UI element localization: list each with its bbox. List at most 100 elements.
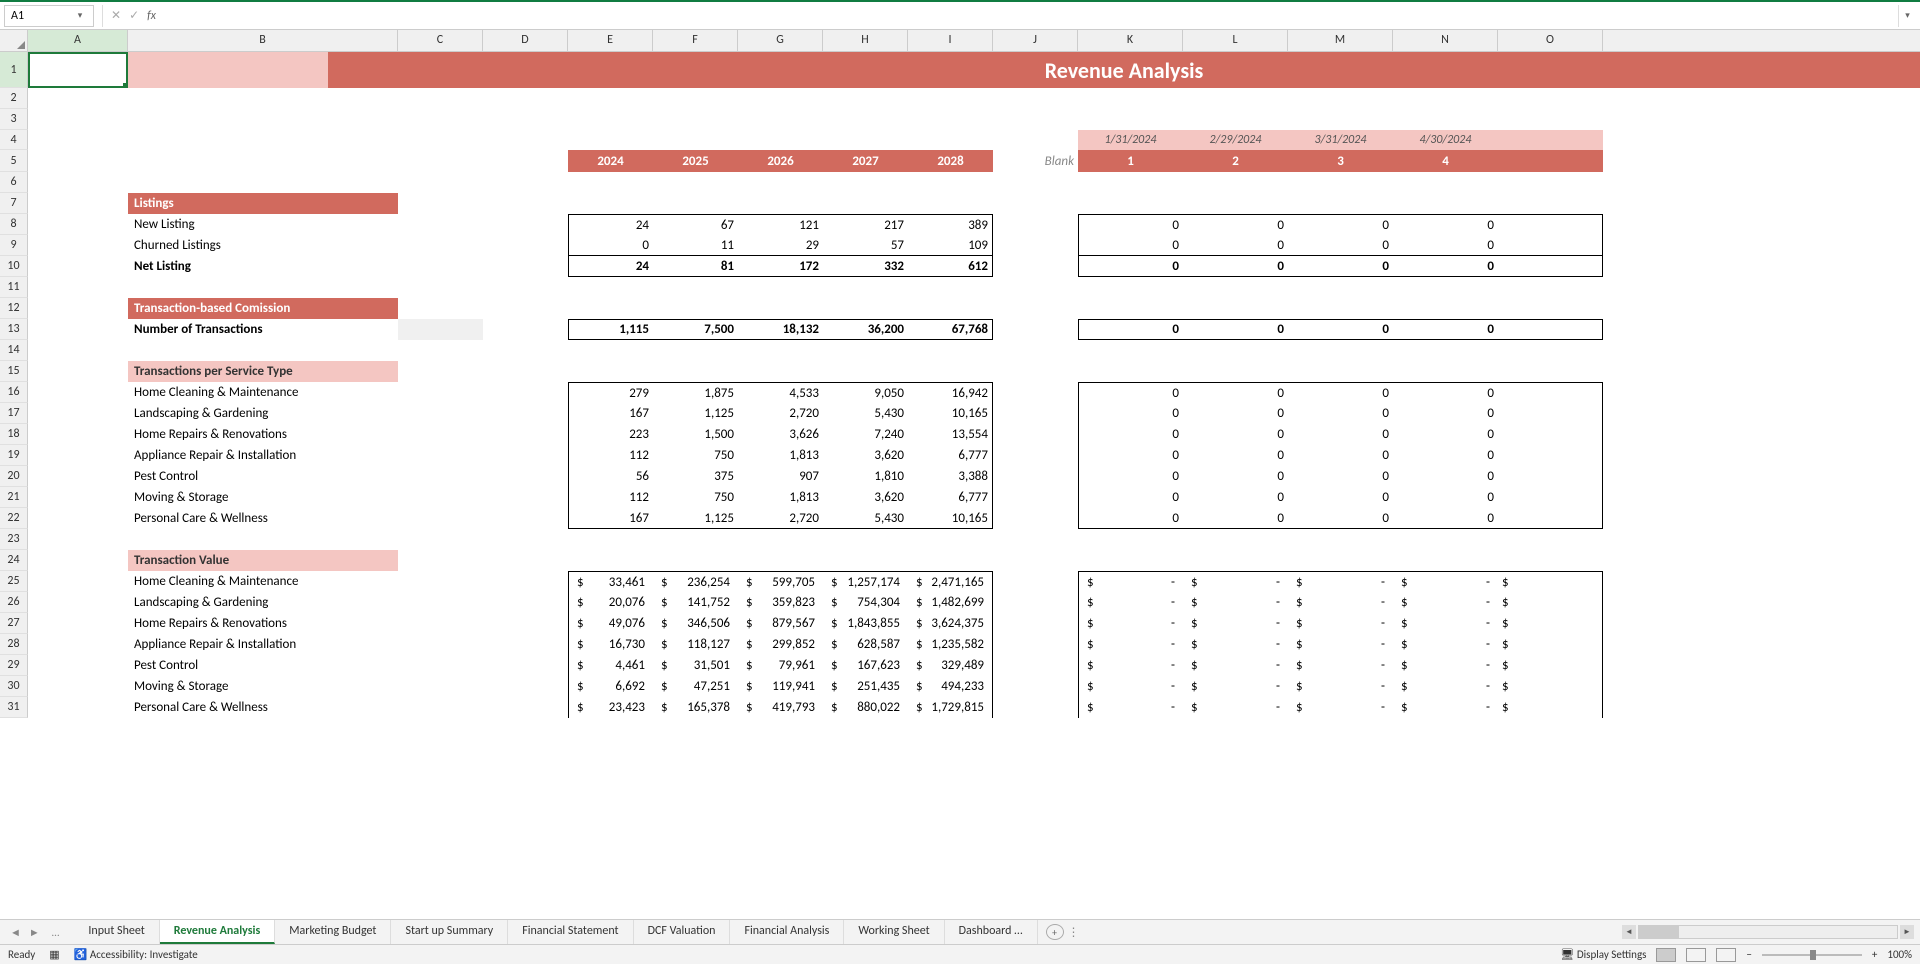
scroll-left-icon[interactable]: ◄ [1622, 925, 1636, 939]
select-all-corner[interactable] [0, 30, 28, 51]
display-settings[interactable]: 🖥 Display Settings [1560, 948, 1646, 961]
col-header-F[interactable]: F [653, 30, 738, 51]
col-header-C[interactable]: C [398, 30, 483, 51]
name-box-dropdown-icon[interactable]: ▾ [73, 10, 87, 21]
fx-icon[interactable]: fx [147, 9, 156, 23]
num-tx-label[interactable]: Number of Transactions [128, 319, 398, 340]
row-header-9[interactable]: 9 [0, 235, 28, 256]
tx-value-header[interactable]: Transaction Value [128, 550, 398, 571]
row-header-30[interactable]: 30 [0, 676, 28, 697]
tv-label-4[interactable]: Pest Control [128, 655, 398, 676]
row-header-26[interactable]: 26 [0, 592, 28, 613]
date-3[interactable]: 3/31/2024 [1288, 130, 1393, 150]
row-header-22[interactable]: 22 [0, 508, 28, 529]
row-header-5[interactable]: 5 [0, 150, 28, 172]
view-layout-icon[interactable] [1686, 948, 1706, 962]
row-header-1[interactable]: 1 [0, 52, 28, 88]
row-header-27[interactable]: 27 [0, 613, 28, 634]
name-box[interactable]: A1 ▾ [4, 5, 94, 27]
row-header-10[interactable]: 10 [0, 256, 28, 277]
scroll-thumb[interactable] [1639, 926, 1679, 938]
zoom-level[interactable]: 100% [1887, 948, 1912, 961]
year-2026[interactable]: 2026 [738, 150, 823, 172]
sheet-tab-working-sheet[interactable]: Working Sheet [844, 920, 944, 944]
col-header-G[interactable]: G [738, 30, 823, 51]
col-header-M[interactable]: M [1288, 30, 1393, 51]
period-3[interactable]: 3 [1288, 150, 1393, 172]
row-header-8[interactable]: 8 [0, 214, 28, 235]
year-2028[interactable]: 2028 [908, 150, 993, 172]
year-2025[interactable]: 2025 [653, 150, 738, 172]
cell-B1-left[interactable] [128, 52, 328, 88]
tab-overflow-icon[interactable]: … [48, 926, 65, 939]
sheet-tab-financial-statement[interactable]: Financial Statement [508, 920, 633, 944]
col-header-A[interactable]: A [28, 30, 128, 51]
row-header-2[interactable]: 2 [0, 88, 28, 109]
row-header-23[interactable]: 23 [0, 529, 28, 550]
col-header-L[interactable]: L [1183, 30, 1288, 51]
col-header-N[interactable]: N [1393, 30, 1498, 51]
period-4[interactable]: 4 [1393, 150, 1498, 172]
row-header-12[interactable]: 12 [0, 298, 28, 319]
row-header-15[interactable]: 15 [0, 361, 28, 382]
col-header-J[interactable]: J [993, 30, 1078, 51]
svc-label-1[interactable]: Landscaping & Gardening [128, 403, 398, 424]
horizontal-scrollbar[interactable]: ◄ ► [1622, 925, 1914, 939]
year-2027[interactable]: 2027 [823, 150, 908, 172]
svc-label-5[interactable]: Moving & Storage [128, 487, 398, 508]
tv-label-2[interactable]: Home Repairs & Renovations [128, 613, 398, 634]
row-header-6[interactable]: 6 [0, 172, 28, 193]
row-header-16[interactable]: 16 [0, 382, 28, 403]
tv-label-3[interactable]: Appliance Repair & Installation [128, 634, 398, 655]
formula-expand-icon[interactable]: ▾ [1898, 5, 1916, 27]
row-header-20[interactable]: 20 [0, 466, 28, 487]
col-header-I[interactable]: I [908, 30, 993, 51]
listings-header[interactable]: Listings [128, 193, 398, 214]
scroll-track[interactable] [1638, 925, 1898, 939]
churned-label[interactable]: Churned Listings [128, 235, 398, 256]
tv-label-0[interactable]: Home Cleaning & Maintenance [128, 571, 398, 592]
svc-label-2[interactable]: Home Repairs & Renovations [128, 424, 398, 445]
sheet-tab-start-up-summary[interactable]: Start up Summary [391, 920, 508, 944]
year-2024[interactable]: 2024 [568, 150, 653, 172]
net-listing-label[interactable]: Net Listing [128, 256, 398, 277]
row-header-31[interactable]: 31 [0, 697, 28, 718]
row-header-28[interactable]: 28 [0, 634, 28, 655]
tx-commission-header[interactable]: Transaction-based Comission [128, 298, 398, 319]
accessibility-status[interactable]: ♿ Accessibility: Investigate [74, 948, 198, 961]
spreadsheet-grid[interactable]: 1 Revenue Analysis 2 3 4 1/31/2024 2/29/… [0, 52, 1920, 718]
view-normal-icon[interactable] [1656, 948, 1676, 962]
row-header-13[interactable]: 13 [0, 319, 28, 340]
tab-next-icon[interactable]: ► [29, 926, 40, 939]
view-break-icon[interactable] [1716, 948, 1736, 962]
row-header-17[interactable]: 17 [0, 403, 28, 424]
date-2[interactable]: 2/29/2024 [1183, 130, 1288, 150]
row-header-29[interactable]: 29 [0, 655, 28, 676]
add-sheet-button[interactable]: + [1046, 924, 1064, 940]
col-header-B[interactable]: B [128, 30, 398, 51]
sheet-tab-financial-analysis[interactable]: Financial Analysis [730, 920, 844, 944]
cell-A1[interactable] [28, 52, 128, 88]
sheet-tab-input-sheet[interactable]: Input Sheet [74, 920, 159, 944]
sheet-tab-dcf-valuation[interactable]: DCF Valuation [634, 920, 731, 944]
sheet-tab-marketing-budget[interactable]: Marketing Budget [275, 920, 391, 944]
tab-menu-icon[interactable]: ⋮ [1064, 925, 1085, 940]
row-header-21[interactable]: 21 [0, 487, 28, 508]
period-1[interactable]: 1 [1078, 150, 1183, 172]
svc-label-0[interactable]: Home Cleaning & Maintenance [128, 382, 398, 403]
period-2[interactable]: 2 [1183, 150, 1288, 172]
scroll-right-icon[interactable]: ► [1900, 925, 1914, 939]
col-header-H[interactable]: H [823, 30, 908, 51]
date-1[interactable]: 1/31/2024 [1078, 130, 1183, 150]
col-header-D[interactable]: D [483, 30, 568, 51]
zoom-in-button[interactable]: + [1872, 948, 1877, 961]
tv-label-5[interactable]: Moving & Storage [128, 676, 398, 697]
svc-label-4[interactable]: Pest Control [128, 466, 398, 487]
row-header-19[interactable]: 19 [0, 445, 28, 466]
col-header-K[interactable]: K [1078, 30, 1183, 51]
sheet-tab-dashboard-…[interactable]: Dashboard … [945, 920, 1038, 944]
svc-label-3[interactable]: Appliance Repair & Installation [128, 445, 398, 466]
date-4[interactable]: 4/30/2024 [1393, 130, 1498, 150]
per-type-header[interactable]: Transactions per Service Type [128, 361, 398, 382]
tv-label-6[interactable]: Personal Care & Wellness [128, 697, 398, 718]
